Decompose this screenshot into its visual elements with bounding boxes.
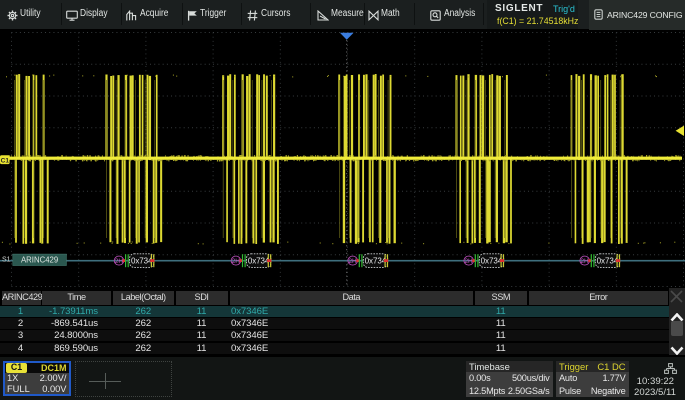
svg-text:2H: 2H	[232, 258, 241, 265]
svg-text:0x734: 0x734	[131, 257, 153, 266]
svg-text:2H: 2H	[465, 258, 474, 265]
svg-text:S1: S1	[2, 257, 11, 264]
svg-text:2H: 2H	[349, 258, 358, 265]
svg-text:2H: 2H	[115, 258, 124, 265]
svg-text:0x734: 0x734	[597, 257, 619, 266]
svg-text:C1: C1	[1, 157, 10, 164]
svg-text:2H: 2H	[581, 258, 590, 265]
svg-text:ARINC429: ARINC429	[21, 256, 58, 265]
svg-text:0x734: 0x734	[248, 257, 270, 266]
svg-text:0x734: 0x734	[365, 257, 387, 266]
svg-text:0x734: 0x734	[481, 257, 503, 266]
